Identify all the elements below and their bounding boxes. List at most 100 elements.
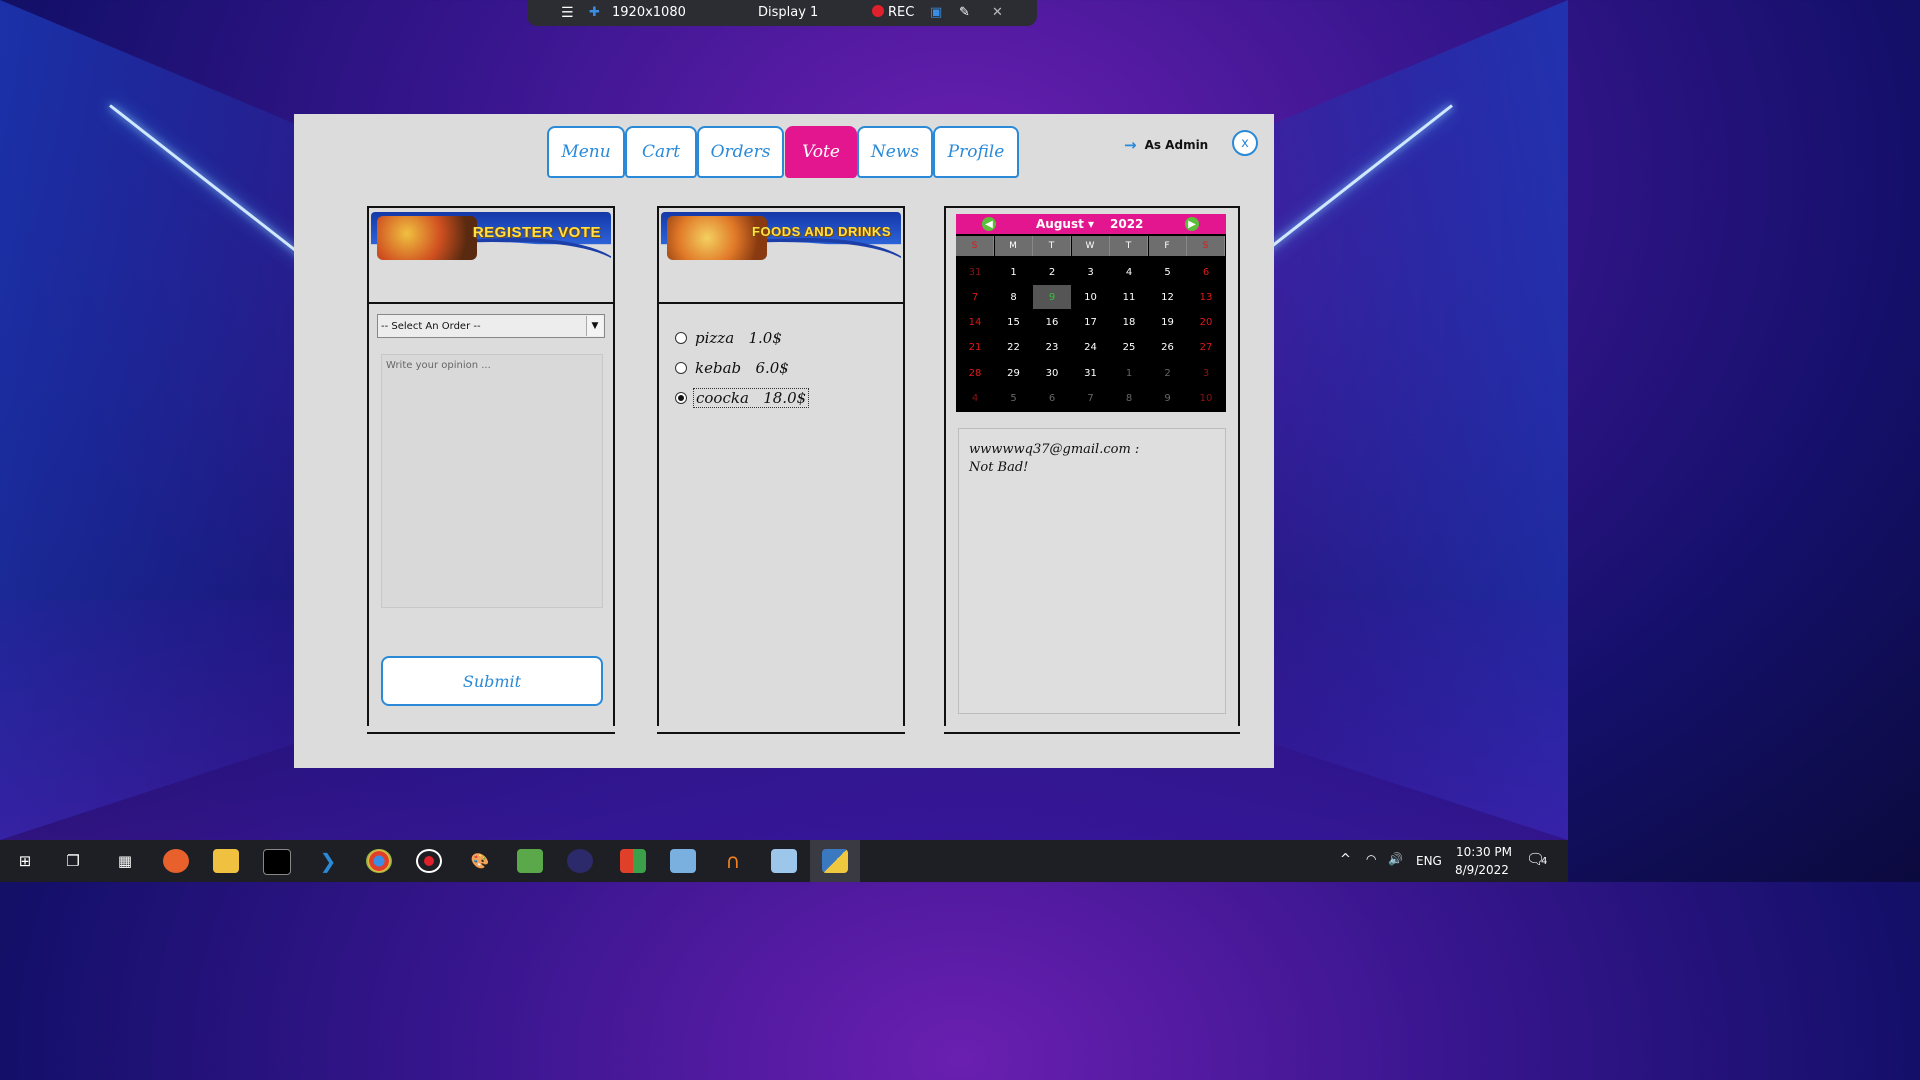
- pin-icon[interactable]: ✚: [589, 5, 600, 20]
- calendar-day[interactable]: 1: [1110, 361, 1148, 385]
- calendar-day[interactable]: 29: [995, 361, 1033, 385]
- image-editor-icon[interactable]: [517, 849, 543, 873]
- calendar-day[interactable]: 11: [1110, 285, 1148, 309]
- chevron-down-icon[interactable]: ▼: [586, 316, 603, 336]
- calendar-day[interactable]: 6: [1033, 387, 1071, 411]
- calendar-day[interactable]: 14: [956, 311, 994, 335]
- tab-menu[interactable]: Menu: [547, 126, 625, 178]
- calendar-day[interactable]: 31: [1072, 361, 1110, 385]
- close-button[interactable]: x: [1232, 130, 1258, 156]
- tab-cart[interactable]: Cart: [625, 126, 697, 178]
- food-option-pizza[interactable]: pizza 1.0$: [675, 326, 784, 350]
- next-month-icon[interactable]: ▶: [1185, 217, 1199, 231]
- chrome-icon[interactable]: [366, 849, 392, 873]
- menu-icon[interactable]: ☰: [561, 5, 574, 21]
- calendar-day[interactable]: 27: [1187, 336, 1225, 360]
- clock-date[interactable]: 8/9/2022: [1455, 863, 1509, 877]
- calendar-day[interactable]: 15: [995, 311, 1033, 335]
- calendar-day[interactable]: 23: [1033, 336, 1071, 360]
- weekday-header: W: [1071, 236, 1110, 256]
- calendar-day[interactable]: 8: [995, 285, 1033, 309]
- tray-chevron-up-icon[interactable]: ^: [1340, 852, 1351, 867]
- calendar-day[interactable]: 5: [1149, 260, 1187, 284]
- calendar-day[interactable]: 9: [1033, 285, 1071, 310]
- radio-button[interactable]: [675, 362, 687, 374]
- calendar-day[interactable]: 10: [1072, 285, 1110, 309]
- calendar-day[interactable]: 31: [956, 260, 994, 284]
- calendar-day[interactable]: 26: [1149, 336, 1187, 360]
- opinion-textarea[interactable]: Write your opinion ...: [381, 354, 603, 608]
- calendar-day[interactable]: 2: [1033, 260, 1071, 284]
- calendar-day[interactable]: 19: [1149, 311, 1187, 335]
- food-label: coocka 18.0$: [693, 388, 810, 408]
- calendar-day[interactable]: 25: [1110, 336, 1148, 360]
- calculator-icon[interactable]: ▦: [112, 849, 138, 873]
- radio-button[interactable]: [675, 332, 687, 344]
- pencil-icon[interactable]: ✎: [959, 5, 970, 20]
- calendar-day[interactable]: 22: [995, 336, 1033, 360]
- submit-button[interactable]: Submit: [381, 656, 603, 706]
- calendar-day[interactable]: 5: [995, 387, 1033, 411]
- clock-time[interactable]: 10:30 PM: [1456, 845, 1512, 859]
- calendar-day[interactable]: 7: [956, 285, 994, 309]
- task-view-icon[interactable]: ❐: [60, 849, 86, 873]
- tab-profile[interactable]: Profile: [933, 126, 1019, 178]
- headset-app-icon[interactable]: ∩: [720, 849, 746, 873]
- as-admin-link[interactable]: → As Admin: [1124, 136, 1208, 154]
- calendar-day[interactable]: 10: [1187, 387, 1225, 411]
- calendar-day[interactable]: 3: [1187, 361, 1225, 385]
- record-app-icon[interactable]: [416, 849, 442, 873]
- vscode-icon[interactable]: ❯: [315, 849, 341, 873]
- calendar[interactable]: ◀ August ▾ 2022 ▶ S M T W T F S 31 1 2 3 4 5 6 7 8 9 10 11…: [956, 214, 1226, 412]
- calendar-day[interactable]: 7: [1072, 387, 1110, 411]
- order-select[interactable]: -- Select An Order -- ▼: [377, 314, 605, 338]
- record-button[interactable]: REC: [872, 5, 914, 20]
- recorder-display[interactable]: Display 1: [758, 5, 818, 20]
- paint-icon[interactable]: 🎨: [467, 849, 493, 873]
- calendar-day[interactable]: 1: [995, 260, 1033, 284]
- calendar-day[interactable]: 13: [1187, 285, 1225, 309]
- tab-news[interactable]: News: [857, 126, 933, 178]
- calendar-day[interactable]: 4: [1110, 260, 1148, 284]
- calendar-day[interactable]: 24: [1072, 336, 1110, 360]
- calendar-day[interactable]: 8: [1110, 387, 1148, 411]
- volume-icon[interactable]: 🔊: [1388, 852, 1403, 866]
- file-explorer-icon[interactable]: [213, 849, 239, 873]
- radio-button-selected[interactable]: [675, 392, 687, 404]
- language-indicator[interactable]: ENG: [1416, 854, 1442, 868]
- calendar-day[interactable]: 16: [1033, 311, 1071, 335]
- terminal-icon[interactable]: [263, 849, 291, 875]
- calendar-day[interactable]: 28: [956, 361, 994, 385]
- calendar-day[interactable]: 9: [1149, 387, 1187, 411]
- store-icon[interactable]: [620, 849, 646, 873]
- calendar-day[interactable]: 12: [1149, 285, 1187, 309]
- calendar-day[interactable]: 17: [1072, 311, 1110, 335]
- camera-icon[interactable]: ▣: [930, 5, 942, 20]
- calendar-day[interactable]: 18: [1110, 311, 1148, 335]
- prev-month-icon[interactable]: ◀: [982, 217, 996, 231]
- tab-orders[interactable]: Orders: [697, 126, 784, 178]
- calendar-day[interactable]: 2: [1149, 361, 1187, 385]
- admin-label: As Admin: [1144, 138, 1209, 152]
- food-option-coocka[interactable]: coocka 18.0$: [675, 386, 810, 410]
- notifications-icon[interactable]: 🗨4: [1526, 850, 1547, 868]
- calendar-day[interactable]: 3: [1072, 260, 1110, 284]
- close-recorder-icon[interactable]: ✕: [992, 5, 1003, 20]
- eclipse-icon[interactable]: [567, 849, 593, 873]
- calendar-day[interactable]: 21: [956, 336, 994, 360]
- firefox-icon[interactable]: [163, 849, 189, 873]
- food-option-kebab[interactable]: kebab 6.0$: [675, 356, 791, 380]
- tab-vote[interactable]: Vote: [785, 126, 857, 178]
- python-app-icon[interactable]: [822, 849, 848, 873]
- calendar-day[interactable]: 20: [1187, 311, 1225, 335]
- calendar-month[interactable]: August ▾: [1036, 217, 1094, 231]
- calendar-day[interactable]: 30: [1033, 361, 1071, 385]
- virtualbox-icon[interactable]: [670, 849, 696, 873]
- calendar-year[interactable]: 2022: [1110, 217, 1143, 231]
- calendar-day[interactable]: 4: [956, 387, 994, 411]
- calendar-day[interactable]: 6: [1187, 260, 1225, 284]
- windows-start-icon[interactable]: ⊞: [12, 849, 38, 873]
- java-app-icon[interactable]: [771, 849, 797, 873]
- wifi-icon[interactable]: ◠: [1366, 852, 1376, 866]
- weekday-header: S: [1187, 236, 1225, 256]
